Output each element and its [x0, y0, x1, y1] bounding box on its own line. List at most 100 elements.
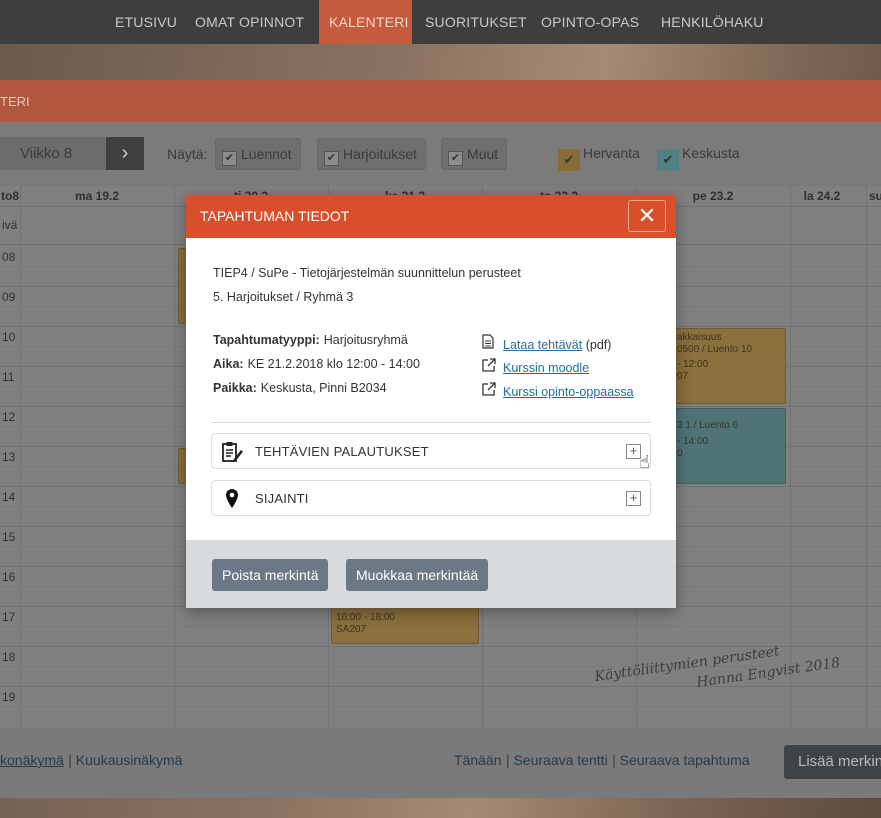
- hour-label: 10: [2, 330, 16, 344]
- allday-label: ivä: [2, 218, 18, 232]
- nav-item-suoritukset[interactable]: SUORITUKSET: [415, 0, 537, 44]
- hour-label: 11: [2, 370, 15, 384]
- column-header: su: [868, 189, 881, 203]
- hour-label: 14: [2, 490, 16, 504]
- accordion-location[interactable]: SIJAINTI +: [211, 480, 651, 516]
- grid-row: [0, 706, 881, 707]
- document-icon: [482, 334, 498, 352]
- link-next-exam[interactable]: Seuraava tentti: [513, 752, 607, 768]
- guide-row: Kurssi opinto-oppaassa: [482, 382, 634, 399]
- separator: |: [68, 752, 76, 768]
- calendar-controls: Viikko 8 › Näytä: ✔ Luennot ✔ Harjoitukset…: [0, 122, 881, 186]
- link-next-event[interactable]: Seuraava tapahtuma: [620, 752, 750, 768]
- download-tasks-link[interactable]: Lataa tehtävät: [503, 338, 582, 352]
- view-links: konäkymä | Kuukausinäkymä: [0, 752, 182, 770]
- link-today[interactable]: Tänään: [454, 752, 501, 768]
- course-guide-link[interactable]: Kurssi opinto-oppaassa: [503, 385, 634, 399]
- download-tasks-row: Lataa tehtävät (pdf): [482, 334, 611, 352]
- event-type-label: Tapahtumatyyppi:: [213, 333, 320, 347]
- filter-label: Luennot: [241, 146, 292, 162]
- event-place-label: Paikka:: [213, 381, 257, 395]
- page-title: TERI: [0, 94, 30, 109]
- nav-item-opinto-opas[interactable]: OPINTO-OPAS: [531, 0, 649, 44]
- campus-label: Hervanta: [583, 145, 640, 161]
- external-link-icon: [482, 358, 498, 375]
- add-entry-button[interactable]: Lisää merkin: [784, 745, 881, 779]
- hour-label: 19: [2, 690, 16, 704]
- campus-hervanta[interactable]: ✔ Hervanta: [558, 142, 640, 171]
- filter-label: Harjoitukset: [343, 146, 417, 162]
- accordion-label: TEHTÄVIEN PALAUTUKSET: [255, 444, 429, 459]
- expand-icon: +: [626, 491, 641, 506]
- event-place-row: Paikka: Keskusta, Pinni B2034: [213, 381, 387, 395]
- calendar-footer: konäkymä | Kuukausinäkymä Tänään | Seura…: [0, 728, 881, 798]
- modal-title: TAPAHTUMAN TIEDOT: [200, 208, 350, 224]
- checkbox-checked-icon: ✔: [324, 151, 339, 166]
- filter-harjoitukset[interactable]: ✔ Harjoitukset: [317, 138, 426, 170]
- modal-body: TIEP4 / SuPe - Tietojärjestelmän suunnit…: [186, 238, 676, 540]
- divider: [211, 422, 651, 423]
- column-header: ma 19.2: [74, 189, 120, 203]
- checkbox-checked-icon: ✔: [558, 149, 580, 171]
- checkbox-checked-icon: ✔: [222, 151, 237, 166]
- show-label: Näytä:: [167, 146, 208, 162]
- link-month-view[interactable]: Kuukausinäkymä: [76, 752, 183, 768]
- separator: |: [612, 752, 620, 768]
- column-header: la 24.2: [803, 189, 841, 203]
- event-place-value: Keskusta, Pinni B2034: [260, 381, 387, 395]
- hour-label: 12: [2, 410, 16, 424]
- course-name: TIEP4 / SuPe - Tietojärjestelmän suunnit…: [213, 266, 521, 280]
- week-selector[interactable]: Viikko 8: [0, 137, 106, 170]
- delete-entry-button[interactable]: Poista merkintä: [212, 559, 329, 591]
- hour-label: 16: [2, 570, 16, 584]
- filter-muut[interactable]: ✔ Muut: [441, 138, 508, 170]
- event-time-label: Aika:: [213, 357, 244, 371]
- chevron-right-icon: ›: [121, 142, 129, 164]
- event-type-value: Harjoitusryhmä: [323, 333, 408, 347]
- top-navigation: ETUSIVU OMAT OPINNOT KALENTERI SUORITUKS…: [0, 0, 881, 44]
- modal-header: TAPAHTUMAN TIEDOT ✕: [186, 195, 676, 238]
- hour-label: 15: [2, 530, 16, 544]
- nav-item-etusivu[interactable]: ETUSIVU: [105, 0, 187, 44]
- accordion-label: SIJAINTI: [255, 491, 309, 506]
- event-type-row: Tapahtumatyyppi: Harjoitusryhmä: [213, 333, 408, 347]
- hour-label: 17: [2, 610, 16, 624]
- event-time-value: KE 21.2.2018 klo 12:00 - 14:00: [247, 357, 420, 371]
- grid-row: [0, 686, 881, 687]
- modal-footer: Poista merkintä Muokkaa merkintää: [186, 540, 676, 608]
- group-name: 5. Harjoitukset / Ryhmä 3: [213, 290, 354, 304]
- page-title-bar: TERI: [0, 80, 881, 122]
- checkbox-checked-icon: ✔: [448, 151, 463, 166]
- event-details-modal: TAPAHTUMAN TIEDOT ✕ TIEP4 / SuPe - Tieto…: [186, 195, 676, 608]
- moodle-row: Kurssin moodle: [482, 358, 589, 375]
- hand-pointer-icon: ☝: [639, 452, 650, 472]
- external-link-icon: [482, 382, 498, 399]
- campus-keskusta[interactable]: ✔ Keskusta: [657, 142, 740, 171]
- checkbox-checked-icon: ✔: [657, 149, 679, 171]
- nav-item-henkilohaku[interactable]: HENKILÖHAKU: [651, 0, 774, 44]
- hour-label: 18: [2, 650, 16, 664]
- filter-luennot[interactable]: ✔ Luennot: [215, 138, 301, 170]
- hour-label: 09: [2, 290, 16, 304]
- nav-item-omat-opinnot[interactable]: OMAT OPINNOT: [185, 0, 314, 44]
- accordion-task-returns[interactable]: TEHTÄVIEN PALAUTUKSET + ☝: [211, 433, 651, 472]
- column-header: to8: [1, 189, 19, 203]
- campus-label: Keskusta: [682, 145, 740, 161]
- event-line: SA207: [336, 624, 367, 635]
- filter-label: Muut: [467, 146, 499, 162]
- event-time-row: Aika: KE 21.2.2018 klo 12:00 - 14:00: [213, 357, 420, 371]
- link-week-view[interactable]: konäkymä: [0, 752, 64, 768]
- moodle-link[interactable]: Kurssin moodle: [503, 361, 589, 375]
- clipboard-edit-icon: [220, 440, 244, 464]
- event-line: 16:00 - 18:00: [336, 612, 395, 623]
- nav-item-kalenteri[interactable]: KALENTERI: [319, 0, 412, 44]
- hour-label: 08: [2, 250, 16, 264]
- close-icon: ✕: [637, 203, 657, 228]
- close-button[interactable]: ✕: [628, 200, 666, 232]
- download-tasks-suffix: (pdf): [585, 338, 612, 352]
- next-week-button[interactable]: ›: [106, 137, 144, 170]
- edit-entry-button[interactable]: Muokkaa merkintää: [346, 559, 489, 591]
- map-pin-icon: [220, 487, 244, 511]
- jump-links: Tänään | Seuraava tentti | Seuraava tapa…: [454, 752, 750, 770]
- hour-label: 13: [2, 450, 16, 464]
